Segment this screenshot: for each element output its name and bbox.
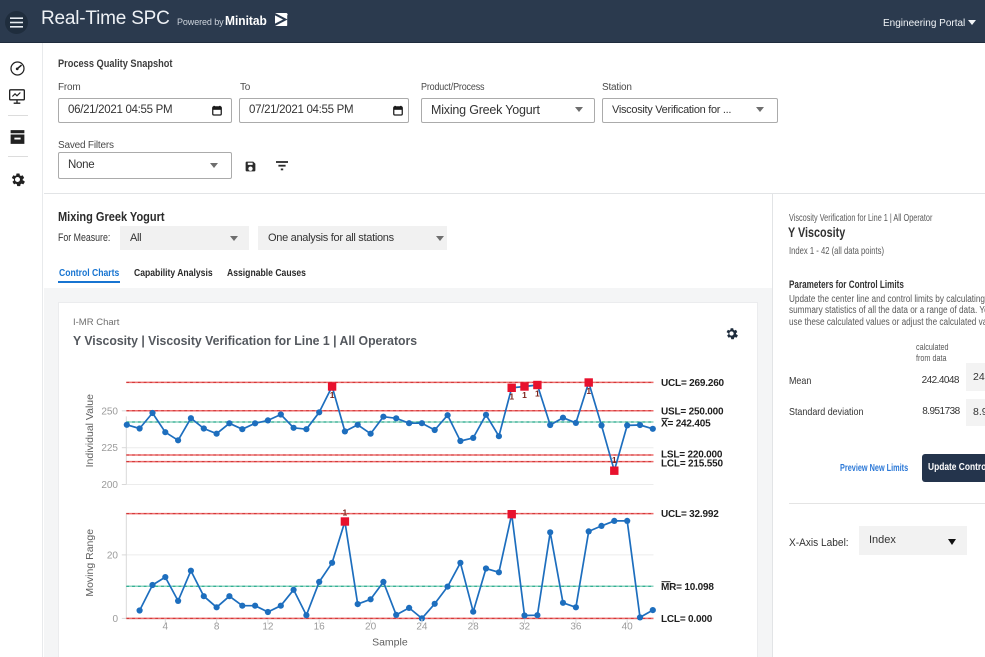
svg-text:1: 1 bbox=[343, 508, 348, 518]
svg-text:24: 24 bbox=[416, 622, 428, 633]
svg-text:UCL= 32.992: UCL= 32.992 bbox=[661, 509, 719, 520]
svg-text:40: 40 bbox=[622, 622, 634, 633]
svg-text:Individual Value: Individual Value bbox=[84, 394, 96, 468]
svg-text:LCL= 215.550: LCL= 215.550 bbox=[661, 459, 723, 470]
svg-text:1: 1 bbox=[535, 389, 540, 399]
svg-text:MR= 10.098: MR= 10.098 bbox=[661, 582, 714, 593]
svg-text:20: 20 bbox=[107, 550, 119, 561]
svg-text:225: 225 bbox=[101, 443, 118, 454]
svg-text:8: 8 bbox=[214, 622, 220, 633]
svg-text:4: 4 bbox=[163, 622, 169, 633]
svg-text:20: 20 bbox=[365, 622, 377, 633]
svg-text:36: 36 bbox=[570, 622, 582, 633]
svg-text:1: 1 bbox=[586, 386, 591, 396]
svg-text:1: 1 bbox=[509, 391, 514, 401]
svg-text:32: 32 bbox=[519, 622, 531, 633]
svg-text:1: 1 bbox=[612, 455, 617, 465]
svg-text:Sample: Sample bbox=[372, 637, 408, 649]
svg-text:UCL= 269.260: UCL= 269.260 bbox=[661, 378, 725, 389]
svg-text:LCL= 0.000: LCL= 0.000 bbox=[661, 614, 713, 625]
svg-text:1: 1 bbox=[522, 390, 527, 400]
svg-text:1: 1 bbox=[330, 390, 335, 400]
svg-text:X= 242.405: X= 242.405 bbox=[661, 419, 711, 430]
svg-text:200: 200 bbox=[101, 480, 118, 491]
svg-text:Moving Range: Moving Range bbox=[84, 529, 96, 597]
svg-text:12: 12 bbox=[262, 622, 274, 633]
svg-text:0: 0 bbox=[112, 614, 118, 625]
svg-text:28: 28 bbox=[468, 622, 480, 633]
svg-text:USL= 250.000: USL= 250.000 bbox=[661, 406, 724, 417]
svg-text:16: 16 bbox=[314, 622, 326, 633]
svg-text:250: 250 bbox=[101, 406, 118, 417]
